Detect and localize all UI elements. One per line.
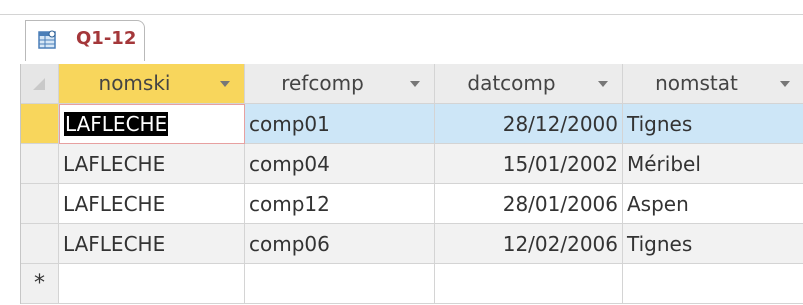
- record-selector[interactable]: [21, 184, 59, 224]
- cell-refcomp[interactable]: comp06: [245, 224, 435, 264]
- query-table-icon: [38, 29, 58, 51]
- column-header-label: refcomp: [281, 71, 364, 95]
- cell-nomstat[interactable]: Aspen: [623, 184, 803, 224]
- cell-nomstat[interactable]: Tignes: [623, 224, 803, 264]
- column-header-label: datcomp: [467, 71, 556, 95]
- cell-nomstat[interactable]: [623, 264, 803, 304]
- column-header-datcomp[interactable]: datcomp: [435, 64, 623, 104]
- tab-q1-12[interactable]: Q1-12: [25, 20, 145, 61]
- record-selector[interactable]: [21, 224, 59, 264]
- column-header-label: nomski: [98, 71, 171, 95]
- tab-title: Q1-12: [76, 28, 137, 49]
- cell-datcomp[interactable]: [435, 264, 623, 304]
- cell-refcomp[interactable]: comp12: [245, 184, 435, 224]
- cell-nomski[interactable]: LAFLECHE: [59, 104, 245, 144]
- cell-refcomp[interactable]: comp01: [245, 104, 435, 144]
- header-row: nomski refcomp datcomp nomstat: [21, 64, 803, 104]
- select-all-icon: [33, 78, 45, 90]
- window-top-border: [0, 14, 803, 15]
- table-row[interactable]: LAFLECHE comp12 28/01/2006 Aspen: [21, 184, 803, 224]
- cell-datcomp[interactable]: 15/01/2002: [435, 144, 623, 184]
- cell-nomski[interactable]: LAFLECHE: [59, 184, 245, 224]
- table-row[interactable]: LAFLECHE comp01 28/12/2000 Tignes: [21, 104, 803, 144]
- column-header-nomstat[interactable]: nomstat: [623, 64, 803, 104]
- column-header-refcomp[interactable]: refcomp: [245, 64, 435, 104]
- column-header-label: nomstat: [655, 71, 738, 95]
- chevron-down-icon[interactable]: [410, 81, 420, 87]
- cell-refcomp[interactable]: comp04: [245, 144, 435, 184]
- chevron-down-icon[interactable]: [220, 81, 230, 87]
- selected-text[interactable]: LAFLECHE: [64, 112, 169, 136]
- cell-datcomp[interactable]: 28/12/2000: [435, 104, 623, 144]
- chevron-down-icon[interactable]: [598, 81, 608, 87]
- cell-refcomp[interactable]: [245, 264, 435, 304]
- cell-datcomp[interactable]: 28/01/2006: [435, 184, 623, 224]
- datasheet: nomski refcomp datcomp nomstat LAFLECHE …: [20, 64, 803, 304]
- cell-datcomp[interactable]: 12/02/2006: [435, 224, 623, 264]
- cell-nomski[interactable]: [59, 264, 245, 304]
- chevron-down-icon[interactable]: [780, 81, 790, 87]
- select-all-corner[interactable]: [21, 64, 59, 104]
- record-selector[interactable]: [21, 104, 59, 144]
- cell-nomski[interactable]: LAFLECHE: [59, 224, 245, 264]
- new-record-selector[interactable]: *: [21, 264, 59, 304]
- table-row[interactable]: LAFLECHE comp06 12/02/2006 Tignes: [21, 224, 803, 264]
- column-header-nomski[interactable]: nomski: [59, 64, 245, 104]
- table-row[interactable]: LAFLECHE comp04 15/01/2002 Méribel: [21, 144, 803, 184]
- cell-nomski[interactable]: LAFLECHE: [59, 144, 245, 184]
- cell-nomstat[interactable]: Méribel: [623, 144, 803, 184]
- new-record-row[interactable]: *: [21, 264, 803, 304]
- cell-nomstat[interactable]: Tignes: [623, 104, 803, 144]
- record-selector[interactable]: [21, 144, 59, 184]
